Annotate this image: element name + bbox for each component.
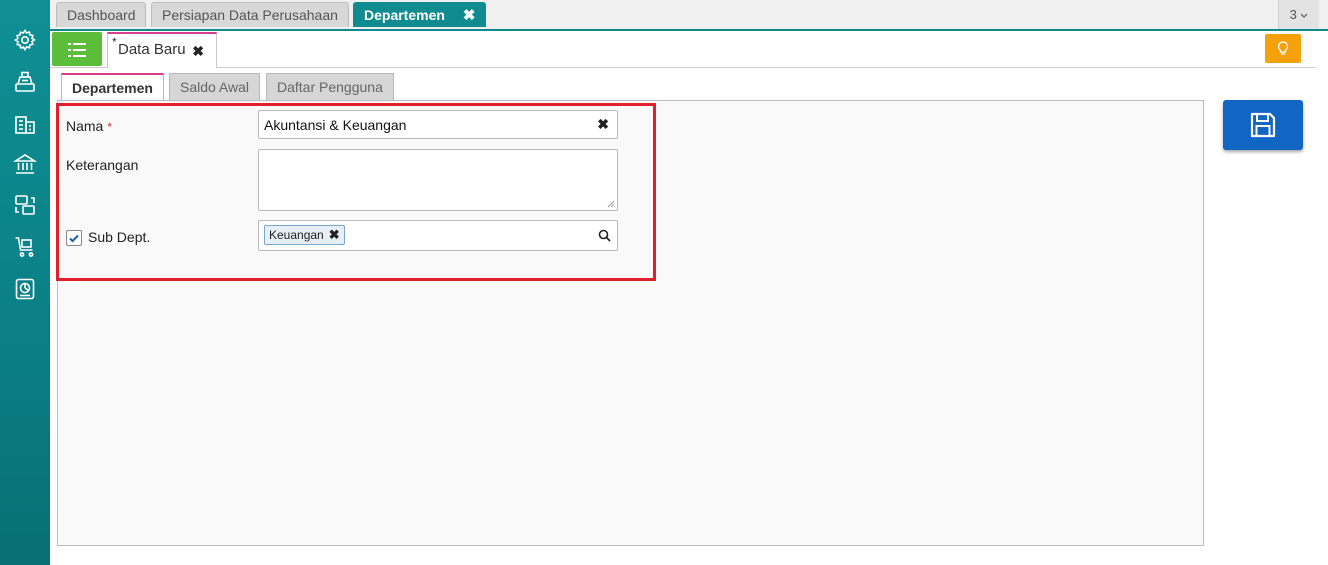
doc-tab-label: Data Baru bbox=[118, 41, 186, 58]
tab-persiapan-data-perusahaan[interactable]: Persiapan Data Perusahaan bbox=[151, 2, 349, 27]
chevron-down-icon bbox=[1300, 7, 1308, 22]
cart-icon[interactable] bbox=[13, 235, 37, 259]
list-icon bbox=[68, 43, 86, 57]
unsaved-marker: * bbox=[112, 35, 117, 49]
form-tab-saldo-awal-label: Saldo Awal bbox=[180, 79, 250, 95]
document-bar: * Data Baru ✖ bbox=[50, 31, 1316, 68]
form-tab-daftar-pengguna-label: Daftar Pengguna bbox=[277, 79, 383, 95]
buildings-icon[interactable] bbox=[13, 112, 37, 136]
form-tab-daftar-pengguna[interactable]: Daftar Pengguna bbox=[266, 73, 394, 101]
hint-button[interactable] bbox=[1265, 34, 1301, 63]
form-tab-departemen-label: Departemen bbox=[72, 80, 153, 96]
bank-icon[interactable] bbox=[13, 152, 37, 176]
close-doc-icon[interactable]: ✖ bbox=[192, 35, 204, 67]
doc-tab-data-baru[interactable]: * Data Baru ✖ bbox=[107, 32, 217, 68]
tab-count: 3 bbox=[1289, 7, 1297, 22]
lightbulb-icon bbox=[1277, 41, 1289, 55]
settings-icon[interactable] bbox=[13, 28, 37, 52]
tab-persiapan-label: Persiapan Data Perusahaan bbox=[162, 7, 338, 23]
highlight-box bbox=[56, 103, 656, 281]
tab-dashboard[interactable]: Dashboard bbox=[56, 2, 146, 27]
close-tab-icon[interactable]: ✖ bbox=[463, 4, 476, 28]
report-chart-icon[interactable] bbox=[13, 277, 37, 301]
save-button[interactable] bbox=[1223, 100, 1303, 150]
tab-dashboard-label: Dashboard bbox=[67, 7, 136, 23]
cash-register-icon[interactable] bbox=[13, 70, 37, 94]
open-tabs-dropdown[interactable]: 3 bbox=[1278, 0, 1319, 29]
list-menu-button[interactable] bbox=[52, 32, 102, 66]
tab-departemen[interactable]: Departemen ✖ bbox=[353, 2, 486, 27]
top-tab-bar: Dashboard Persiapan Data Perusahaan Depa… bbox=[50, 0, 1328, 31]
transfer-icon[interactable] bbox=[13, 193, 37, 217]
sidebar bbox=[0, 0, 50, 565]
form-tab-departemen[interactable]: Departemen bbox=[61, 73, 164, 102]
floppy-disk-icon bbox=[1250, 112, 1276, 138]
tab-departemen-label: Departemen bbox=[364, 7, 445, 23]
form-tab-saldo-awal[interactable]: Saldo Awal bbox=[169, 73, 261, 101]
